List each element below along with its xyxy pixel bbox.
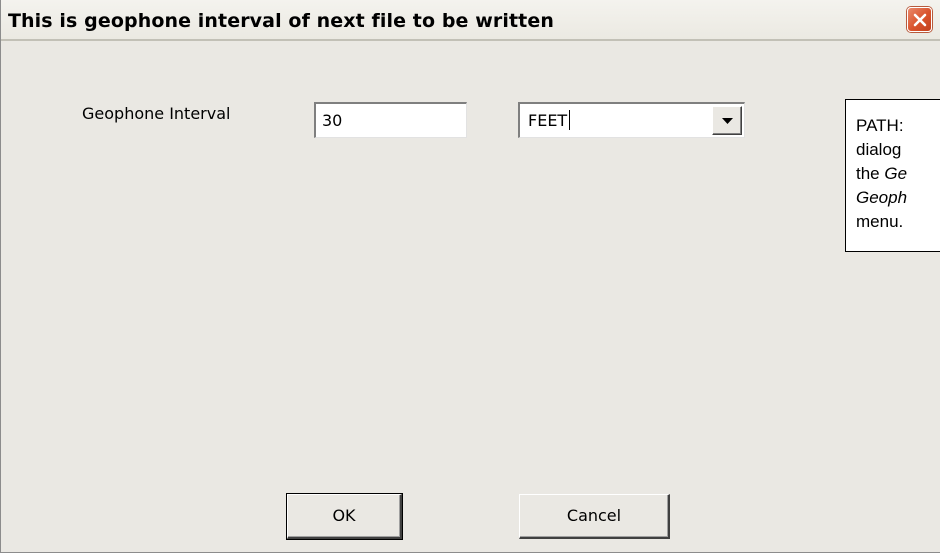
ok-button[interactable]: OK — [286, 493, 403, 540]
text-caret — [569, 109, 571, 130]
cancel-button[interactable]: Cancel — [519, 494, 670, 539]
window-title: This is geophone interval of next file t… — [8, 10, 554, 32]
note-line: menu. — [856, 212, 904, 231]
units-dropdown[interactable]: FEET — [518, 102, 745, 138]
note-line: the Ge — [856, 164, 908, 183]
chevron-down-icon — [722, 118, 733, 124]
title-bar[interactable]: This is geophone interval of next file t… — [1, 0, 940, 41]
units-dropdown-value: FEET — [528, 104, 571, 137]
path-note-box: PATH: dialog the Ge Geoph menu. — [845, 99, 940, 252]
note-line: dialog — [856, 140, 902, 159]
note-line: Geoph — [856, 188, 908, 207]
geophone-interval-label: Geophone Interval — [82, 104, 231, 123]
dropdown-arrow-button[interactable] — [712, 106, 742, 135]
close-icon — [913, 13, 927, 27]
geophone-interval-input[interactable]: 30 — [314, 102, 467, 138]
note-line: PATH: — [856, 116, 904, 135]
dialog-window: This is geophone interval of next file t… — [0, 0, 940, 553]
close-button[interactable] — [907, 7, 932, 32]
units-value-text: FEET — [528, 111, 568, 130]
